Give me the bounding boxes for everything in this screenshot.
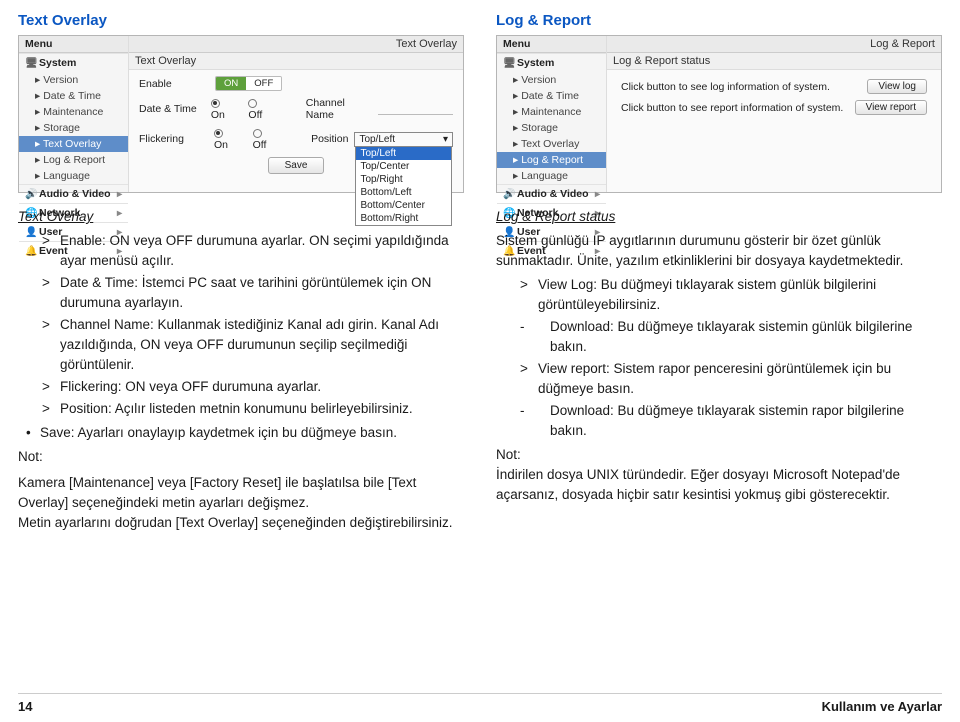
flickering-on-radio[interactable]: On [214,127,239,151]
section-title-left: Text Overlay [18,12,464,29]
sidebar: Menu 🖥System ▸ Version ▸ Date & Time ▸ M… [497,36,607,192]
log-report-screenshot: Menu 🖥System ▸ Version ▸ Date & Time ▸ M… [496,35,942,193]
sidebar-item-version[interactable]: ▸ Version [497,72,606,88]
chevron-down-icon: ▾ [443,134,448,145]
position-select[interactable]: Top/Left▾ Top/Left Top/Center Top/Right … [354,132,453,147]
av-icon: 🔊 [25,189,35,200]
sidebar-item-maintenance[interactable]: ▸ Maintenance [19,104,128,120]
channel-name-input[interactable] [378,103,453,115]
breadcrumb: Log & Report [607,36,941,53]
chevron-right-icon: ▸ [595,189,600,200]
list-item: Channel Name: Kullanmak istediğiniz Kana… [42,315,464,375]
user-icon: 👤 [25,227,35,238]
sidebar-item-text-overlay[interactable]: ▸ Text Overlay [19,136,128,152]
page-number: 14 [18,699,32,714]
position-label: Position [311,133,348,145]
list-item: Flickering: ON veya OFF durumuna ayarlar… [42,377,464,397]
sidebar-item-language[interactable]: ▸ Language [19,168,128,184]
datetime-on-radio[interactable]: On [211,97,235,121]
sidebar-group-system[interactable]: 🖥System [19,53,128,72]
sidebar-item-log-report[interactable]: ▸ Log & Report [19,152,128,168]
sidebar-group-audio-video[interactable]: 🔊Audio & Video▸ [19,184,128,203]
position-option[interactable]: Bottom/Left [356,186,451,199]
view-log-button[interactable]: View log [867,79,927,94]
text-overlay-screenshot: Menu 🖥System ▸ Version ▸ Date & Time ▸ M… [18,35,464,193]
list-item: View report: Sistem rapor penceresini gö… [520,359,942,399]
sidebar: Menu 🖥System ▸ Version ▸ Date & Time ▸ M… [19,36,129,192]
note-label: Not: [496,445,942,465]
enable-toggle[interactable]: ON OFF [215,76,282,91]
datetime-label: Date & Time [139,103,205,115]
position-option[interactable]: Top/Left [356,147,451,160]
list-item: Download: Bu düğmeye tıklayarak sistemin… [520,401,942,441]
list-item: Download: Bu düğmeye tıklayarak sistemin… [520,317,942,357]
pane-title: Log & Report status [607,53,941,70]
menu-title: Menu [497,36,606,53]
event-icon: 🔔 [25,246,35,257]
position-option[interactable]: Bottom/Right [356,212,451,225]
sidebar-item-maintenance[interactable]: ▸ Maintenance [497,104,606,120]
av-icon: 🔊 [503,189,513,200]
flickering-off-radio[interactable]: Off [253,127,277,151]
text-overlay-description: Text Overlay Enable: ON veya OFF durumun… [18,207,464,533]
enable-label: Enable [139,78,209,90]
sidebar-item-datetime[interactable]: ▸ Date & Time [497,88,606,104]
footer-label: Kullanım ve Ayarlar [822,699,942,714]
sidebar-item-datetime[interactable]: ▸ Date & Time [19,88,128,104]
note-text: Metin ayarlarını doğrudan [Text Overlay]… [18,513,464,533]
channel-name-label: Channel Name [306,97,372,121]
log-report-description: Log & Report status Sistem günlüğü IP ay… [496,207,942,505]
note-label: Not: [18,447,464,467]
list-item: Date & Time: İstemci PC saat ve tarihini… [42,273,464,313]
chevron-right-icon: ▸ [117,189,122,200]
log-report-heading: Log & Report status [496,207,942,227]
intro-text: Sistem günlüğü IP aygıtlarının durumunu … [496,231,942,271]
sidebar-item-language[interactable]: ▸ Language [497,168,606,184]
datetime-off-radio[interactable]: Off [248,97,271,121]
view-report-button[interactable]: View report [855,100,927,115]
sidebar-group-system[interactable]: 🖥System [497,53,606,72]
enable-on[interactable]: ON [216,77,246,90]
position-option[interactable]: Bottom/Center [356,199,451,212]
menu-title: Menu [19,36,128,53]
position-option[interactable]: Top/Right [356,173,451,186]
sidebar-group-audio-video[interactable]: 🔊Audio & Video▸ [497,184,606,203]
save-bullet: Save: Ayarları onaylayıp kaydetmek için … [26,423,464,443]
list-item: Enable: ON veya OFF durumuna ayarlar. ON… [42,231,464,271]
sidebar-item-log-report[interactable]: ▸ Log & Report [497,152,606,168]
breadcrumb: Text Overlay [129,36,463,53]
position-option[interactable]: Top/Center [356,160,451,173]
flickering-label: Flickering [139,133,208,145]
list-item: Position: Açılır listeden metnin konumun… [42,399,464,419]
sidebar-item-text-overlay[interactable]: ▸ Text Overlay [497,136,606,152]
system-icon: 🖥 [503,58,513,69]
sidebar-item-storage[interactable]: ▸ Storage [19,120,128,136]
system-icon: 🖥 [25,58,35,69]
sidebar-item-storage[interactable]: ▸ Storage [497,120,606,136]
log-line-text: Click button to see log information of s… [621,81,830,93]
log-line-text: Click button to see report information o… [621,102,843,114]
note-text: Kamera [Maintenance] veya [Factory Reset… [18,473,464,513]
sidebar-item-version[interactable]: ▸ Version [19,72,128,88]
section-title-right: Log & Report [496,12,942,29]
page-footer: 14 Kullanım ve Ayarlar [0,699,960,714]
position-options[interactable]: Top/Left Top/Center Top/Right Bottom/Lef… [355,146,452,226]
list-item: View Log: Bu düğmeyi tıklayarak sistem g… [520,275,942,315]
chevron-right-icon: ▸ [117,208,122,219]
note-text: İndirilen dosya UNIX türündedir. Eğer do… [496,465,942,505]
enable-off[interactable]: OFF [246,77,281,90]
pane-title: Text Overlay [129,53,463,70]
save-button[interactable]: Save [268,157,325,174]
